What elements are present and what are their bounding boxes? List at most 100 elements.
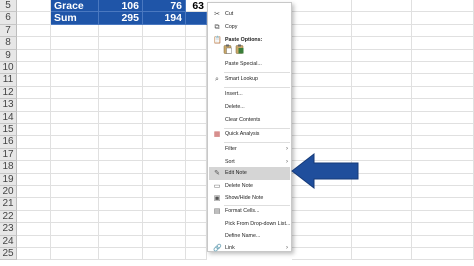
grid-cell[interactable] <box>292 99 352 112</box>
menu-item-show-hide-note[interactable]: ▣ Show/Hide Note <box>209 193 290 204</box>
grid-cell[interactable] <box>143 173 186 186</box>
grid-cell[interactable] <box>143 74 186 87</box>
grid-cell[interactable] <box>17 62 51 75</box>
grid-cell[interactable] <box>99 186 143 199</box>
grid-cell[interactable] <box>186 49 207 62</box>
grid-cell[interactable] <box>412 49 474 62</box>
cell-sum-v2[interactable]: 194 <box>143 12 186 25</box>
grid-cell[interactable] <box>352 223 412 236</box>
grid-cell[interactable] <box>186 186 207 199</box>
grid-cell[interactable] <box>99 37 143 50</box>
row-header[interactable]: 16 <box>0 136 17 149</box>
grid-cell[interactable] <box>186 99 207 112</box>
grid-cell[interactable] <box>51 99 99 112</box>
grid-cell[interactable] <box>17 198 51 211</box>
grid-cell[interactable] <box>143 161 186 174</box>
grid-cell[interactable] <box>99 210 143 224</box>
grid-cell[interactable] <box>143 186 186 199</box>
row-header[interactable]: 8 <box>0 37 17 50</box>
menu-item-smart-lookup[interactable]: ⌕ Smart Lookup <box>209 74 290 85</box>
grid-cell[interactable] <box>412 124 474 137</box>
grid-cell[interactable] <box>51 136 99 149</box>
grid-cell[interactable] <box>99 198 143 211</box>
grid-cell[interactable] <box>143 99 186 112</box>
grid-cell[interactable] <box>51 49 99 62</box>
grid-cell[interactable] <box>412 223 474 236</box>
cell-grace-v3[interactable]: 63 <box>186 0 207 13</box>
grid-cell[interactable] <box>186 198 207 211</box>
grid-cell[interactable] <box>292 62 352 75</box>
grid-cell[interactable] <box>99 62 143 75</box>
grid-cell[interactable] <box>17 111 51 124</box>
grid-cell[interactable] <box>51 74 99 87</box>
grid-cell[interactable] <box>99 248 143 261</box>
grid-cell[interactable] <box>186 111 207 124</box>
grid-cell[interactable] <box>17 173 51 186</box>
grid-cell[interactable] <box>352 74 412 87</box>
paste-values-icon[interactable] <box>235 44 244 54</box>
grid-cell[interactable] <box>186 136 207 149</box>
grid-cell[interactable] <box>292 198 352 211</box>
grid-cell[interactable] <box>17 235 51 248</box>
menu-item-define-name[interactable]: Define Name... <box>209 231 290 242</box>
grid-cell[interactable] <box>17 74 51 87</box>
grid-cell[interactable] <box>412 62 474 75</box>
row-header[interactable]: 9 <box>0 49 17 62</box>
cell-grace-v1[interactable]: 106 <box>99 0 143 13</box>
grid-cell[interactable] <box>352 148 412 162</box>
grid-cell[interactable] <box>292 210 352 224</box>
grid-cell[interactable] <box>17 49 51 62</box>
menu-item-pick-from-list[interactable]: Pick From Drop-down List... <box>209 219 290 230</box>
grid-cell[interactable] <box>143 62 186 75</box>
grid-cell[interactable] <box>186 173 207 186</box>
row-header[interactable]: 20 <box>0 186 17 199</box>
grid-cell[interactable] <box>352 86 412 100</box>
grid-cell[interactable] <box>51 148 99 162</box>
menu-item-delete-note[interactable]: ▭ Delete Note <box>209 181 290 192</box>
cell-name-sum[interactable]: Sum <box>51 12 99 25</box>
grid-cell[interactable] <box>352 124 412 137</box>
grid-cell[interactable] <box>412 161 474 174</box>
grid-cell[interactable] <box>292 24 352 38</box>
menu-item-edit-note[interactable]: ✎ Edit Note <box>209 167 290 180</box>
grid-cell[interactable] <box>17 248 51 261</box>
grid-cell[interactable] <box>412 74 474 87</box>
grid-cell[interactable] <box>352 99 412 112</box>
grid-cell[interactable] <box>412 248 474 261</box>
grid-cell[interactable] <box>352 173 412 186</box>
grid-cell[interactable] <box>99 86 143 100</box>
grid-cell[interactable] <box>352 161 412 174</box>
cell-name-grace[interactable]: Grace <box>51 0 99 13</box>
menu-item-copy[interactable]: ⧉ Copy <box>209 22 290 33</box>
grid-cell[interactable] <box>51 173 99 186</box>
paste-icon[interactable] <box>223 44 232 54</box>
grid-cell[interactable] <box>99 223 143 236</box>
grid-cell[interactable] <box>292 136 352 149</box>
grid-cell[interactable] <box>412 235 474 248</box>
row-header[interactable]: 15 <box>0 124 17 137</box>
grid-cell[interactable] <box>51 124 99 137</box>
grid-cell[interactable] <box>292 0 352 13</box>
grid-cell[interactable] <box>412 173 474 186</box>
grid-cell[interactable] <box>352 24 412 38</box>
grid-cell[interactable] <box>51 223 99 236</box>
grid-cell[interactable] <box>352 186 412 199</box>
grid-cell[interactable] <box>99 99 143 112</box>
cell-sum-v1[interactable]: 295 <box>99 12 143 25</box>
row-header[interactable]: 22 <box>0 210 17 224</box>
grid-cell[interactable] <box>17 161 51 174</box>
grid-cell[interactable] <box>292 111 352 124</box>
grid-cell[interactable] <box>186 37 207 50</box>
row-header[interactable]: 24 <box>0 235 17 248</box>
grid-cell[interactable] <box>186 62 207 75</box>
menu-item-filter[interactable]: Filter › <box>209 144 290 155</box>
row-header[interactable]: 11 <box>0 74 17 87</box>
grid-cell[interactable] <box>143 24 186 38</box>
grid-cell[interactable] <box>143 111 186 124</box>
grid-cell[interactable] <box>99 49 143 62</box>
grid-cell[interactable] <box>412 0 474 13</box>
grid-cell[interactable] <box>412 24 474 38</box>
grid-cell[interactable] <box>17 148 51 162</box>
menu-item-delete[interactable]: Delete... <box>209 102 290 113</box>
grid-cell[interactable] <box>292 37 352 50</box>
